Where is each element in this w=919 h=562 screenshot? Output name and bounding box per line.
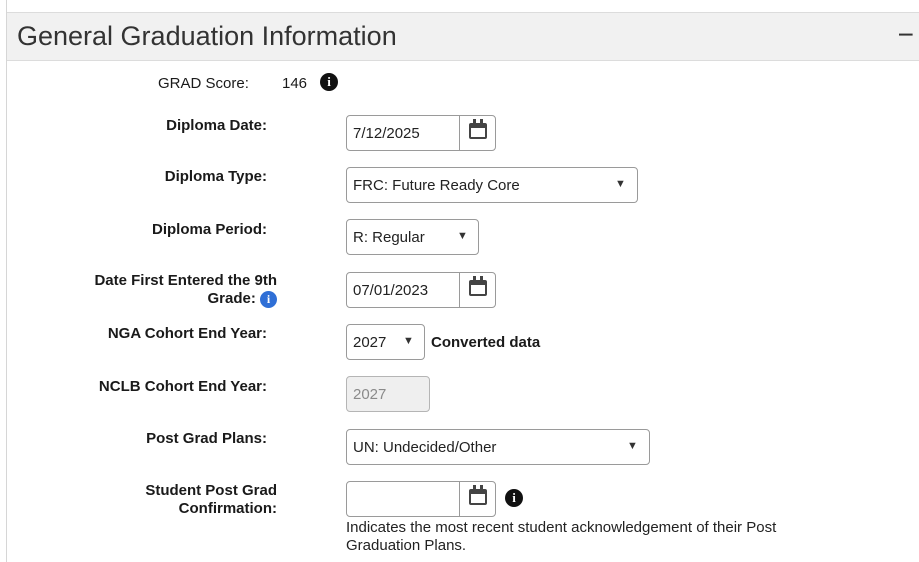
- date-first-9th-label-line1: Date First Entered the 9th: [94, 272, 277, 289]
- calendar-icon: [469, 119, 487, 139]
- post-grad-help-line1: Indicates the most recent student acknow…: [346, 519, 777, 536]
- date-first-9th-value: 07/01/2023: [353, 282, 429, 299]
- post-grad-help-text: Indicates the most recent student acknow…: [346, 519, 776, 555]
- date-first-9th-field[interactable]: 07/01/2023: [346, 272, 496, 308]
- nclb-cohort-label: NCLB Cohort End Year:: [98, 378, 267, 395]
- diploma-date-value: 7/12/2025: [353, 125, 420, 142]
- chevron-down-icon: ▼: [615, 178, 626, 190]
- diploma-period-value: R: Regular: [353, 229, 425, 246]
- converted-data-note: Converted data: [431, 334, 541, 351]
- diploma-date-field[interactable]: 7/12/2025: [346, 115, 496, 151]
- nga-cohort-label: NGA Cohort End Year:: [107, 325, 267, 342]
- diploma-type-select[interactable]: FRC: Future Ready Core ▼: [346, 167, 638, 203]
- nga-cohort-select[interactable]: 2027 ▼: [346, 324, 425, 360]
- info-icon[interactable]: i: [505, 489, 523, 507]
- nga-cohort-value: 2027: [353, 334, 387, 351]
- nclb-cohort-field: 2027: [346, 376, 430, 412]
- chevron-down-icon: ▼: [403, 335, 414, 347]
- chevron-down-icon: ▼: [457, 230, 468, 242]
- post-grad-confirmation-calendar-button[interactable]: [459, 482, 495, 516]
- date-first-9th-label-line2: Grade:: [207, 290, 256, 307]
- info-icon[interactable]: i: [320, 73, 338, 91]
- date-first-9th-calendar-button[interactable]: [459, 273, 495, 307]
- post-grad-plans-value: UN: Undecided/Other: [353, 439, 497, 456]
- post-grad-plans-select[interactable]: UN: Undecided/Other ▼: [346, 429, 650, 465]
- collapse-icon[interactable]: −: [898, 21, 914, 49]
- panel-title: General Graduation Information: [17, 21, 397, 51]
- chevron-down-icon: ▼: [627, 440, 638, 452]
- panel-header: General Graduation Information −: [7, 12, 919, 61]
- calendar-icon: [469, 485, 487, 505]
- post-grad-confirmation-label-line1: Student Post Grad: [145, 482, 277, 499]
- calendar-icon: [469, 276, 487, 296]
- diploma-date-calendar-button[interactable]: [459, 116, 495, 150]
- nclb-cohort-value: 2027: [353, 386, 387, 403]
- diploma-period-select[interactable]: R: Regular ▼: [346, 219, 479, 255]
- grad-score-label: GRAD Score:: [158, 75, 249, 92]
- diploma-date-label: Diploma Date:: [166, 117, 267, 134]
- info-icon[interactable]: i: [260, 290, 277, 308]
- diploma-type-label: Diploma Type:: [164, 168, 267, 185]
- post-grad-confirmation-label-line2: Confirmation:: [178, 500, 277, 517]
- post-grad-confirmation-label: Student Post Grad Confirmation:: [80, 482, 277, 518]
- post-grad-help-line2: Graduation Plans.: [346, 537, 467, 554]
- post-grad-confirmation-field[interactable]: [346, 481, 496, 517]
- diploma-period-label: Diploma Period:: [151, 221, 267, 238]
- diploma-type-value: FRC: Future Ready Core: [353, 177, 520, 194]
- date-first-9th-label: Date First Entered the 9th Grade: i: [40, 272, 277, 308]
- post-grad-plans-label: Post Grad Plans:: [146, 430, 267, 447]
- grad-score-value: 146: [282, 75, 308, 92]
